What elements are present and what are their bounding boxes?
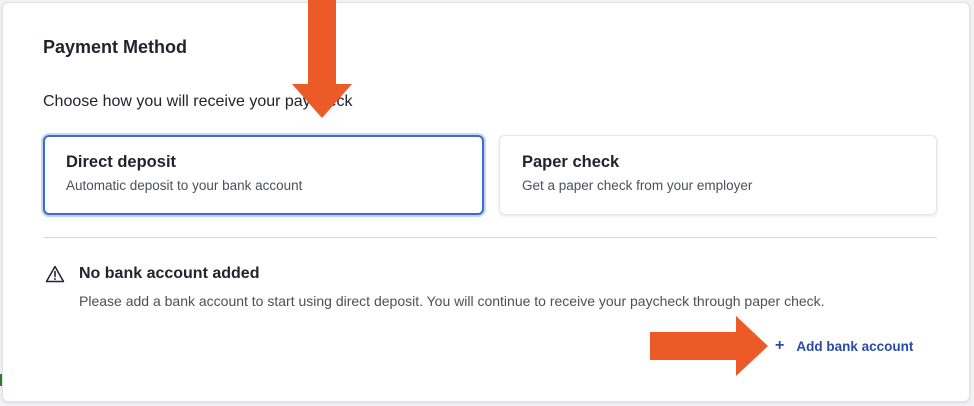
direct-deposit-option[interactable]: Direct deposit Automatic deposit to your… — [43, 135, 484, 215]
option-title: Direct deposit — [66, 153, 177, 171]
payment-method-card: Payment Method Choose how you will recei… — [2, 2, 970, 402]
section-title: Payment Method — [43, 37, 188, 57]
plus-icon: + — [775, 337, 785, 354]
divider — [43, 237, 937, 238]
notice-text: Please add a bank account to start using… — [79, 293, 825, 309]
option-description: Get a paper check from your employer — [522, 178, 753, 193]
paper-check-option[interactable]: Paper check Get a paper check from your … — [499, 135, 937, 215]
add-bank-account-button[interactable]: + Add bank account — [775, 338, 913, 354]
annotation-arrow-down — [292, 0, 352, 118]
stage: Payment Method Choose how you will recei… — [0, 0, 974, 406]
annotation-arrow-right — [650, 316, 768, 376]
option-title: Paper check — [522, 153, 620, 171]
add-bank-account-label: Add bank account — [796, 338, 914, 354]
option-description: Automatic deposit to your bank account — [66, 178, 303, 193]
notice-title: No bank account added — [79, 265, 260, 282]
warning-triangle-icon — [45, 265, 65, 283]
